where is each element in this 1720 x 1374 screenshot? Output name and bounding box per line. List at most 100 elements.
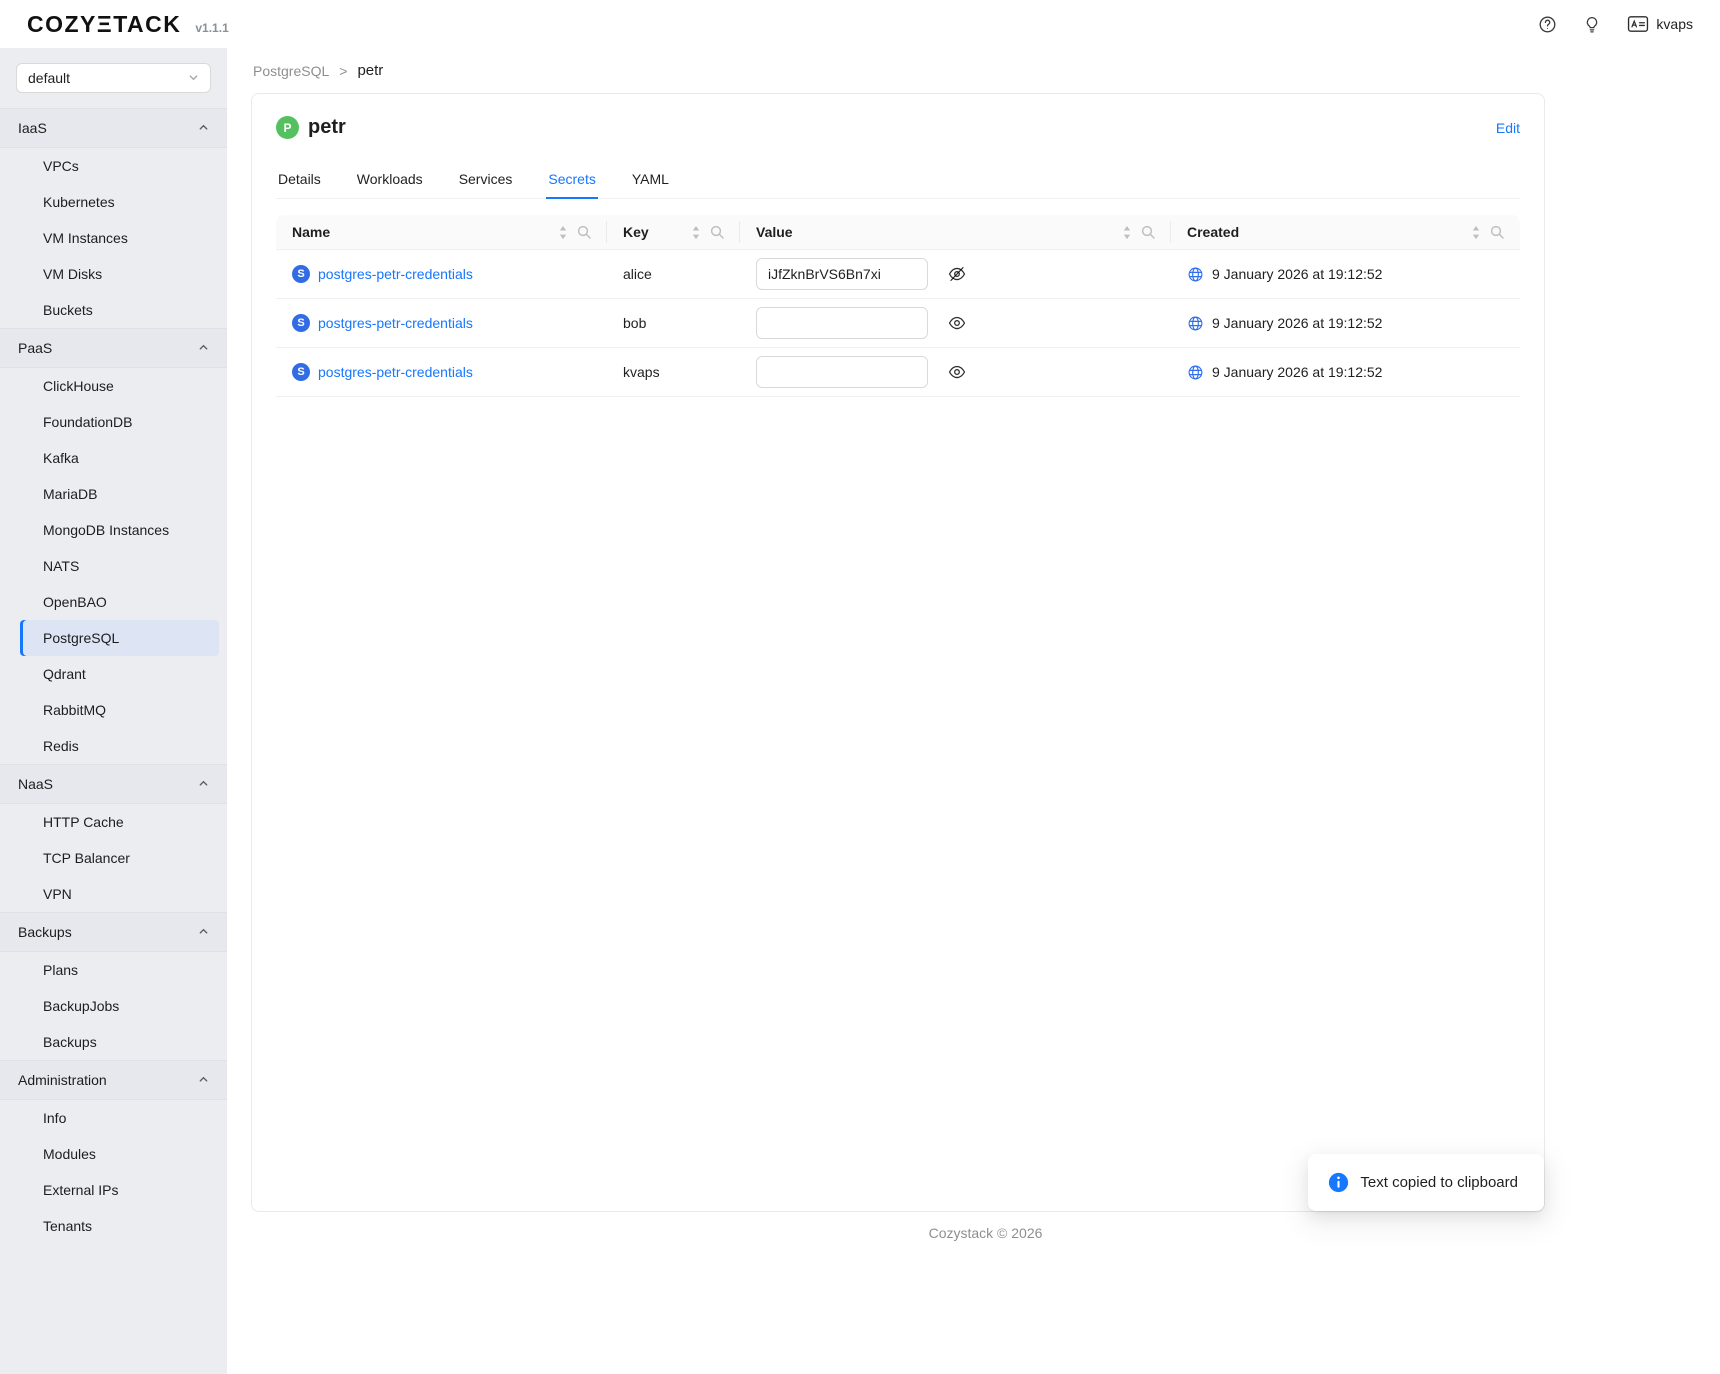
sidebar-item-label: ClickHouse [43, 378, 114, 394]
sidebar-item-backups[interactable]: Backups [20, 1024, 219, 1060]
sidebar-item-buckets[interactable]: Buckets [20, 292, 219, 328]
breadcrumb-separator: > [339, 63, 347, 79]
sidebar-item-label: FoundationDB [43, 414, 133, 430]
id-card-icon [1627, 15, 1649, 33]
sidebar-item-postgresql[interactable]: PostgreSQL [20, 620, 219, 656]
sidebar-item-vpcs[interactable]: VPCs [20, 148, 219, 184]
sidebar-item-label: Kafka [43, 450, 79, 466]
secret-value-input[interactable] [756, 356, 928, 388]
secret-name-link[interactable]: postgres-petr-credentials [318, 315, 473, 331]
sidebar-item-foundationdb[interactable]: FoundationDB [20, 404, 219, 440]
sidebar-item-vpn[interactable]: VPN [20, 876, 219, 912]
footer: Cozystack © 2026 [251, 1212, 1720, 1254]
secret-value-input[interactable] [756, 258, 928, 290]
secret-name-link[interactable]: postgres-petr-credentials [318, 266, 473, 282]
sidebar-item-mongodb-instances[interactable]: MongoDB Instances [20, 512, 219, 548]
sidebar-item-openbao[interactable]: OpenBAO [20, 584, 219, 620]
sidebar-item-http-cache[interactable]: HTTP Cache [20, 804, 219, 840]
sidebar-sections: IaaS VPCs Kubernetes VM Instances VM Dis… [0, 108, 227, 1244]
sidebar-item-label: MariaDB [43, 486, 97, 502]
sidebar-item-modules[interactable]: Modules [20, 1136, 219, 1172]
sidebar-item-nats[interactable]: NATS [20, 548, 219, 584]
secret-value-input[interactable] [756, 307, 928, 339]
sidebar-section-label: Administration [18, 1072, 107, 1088]
sidebar-item-qdrant[interactable]: Qdrant [20, 656, 219, 692]
created-timestamp: 9 January 2026 at 19:12:52 [1212, 266, 1382, 282]
sidebar-item-kafka[interactable]: Kafka [20, 440, 219, 476]
sidebar-item-label: Modules [43, 1146, 96, 1162]
sidebar-item-label: HTTP Cache [43, 814, 124, 830]
sidebar-item-plans[interactable]: Plans [20, 952, 219, 988]
tab-services[interactable]: Services [457, 161, 515, 198]
sidebar-item-clickhouse[interactable]: ClickHouse [20, 368, 219, 404]
sort-icon[interactable] [1471, 225, 1481, 240]
column-search-icon[interactable] [1141, 225, 1155, 239]
eye-toggle-button[interactable] [948, 363, 966, 381]
secret-resource-icon: S [292, 314, 310, 332]
user-menu[interactable]: kvaps [1627, 15, 1693, 33]
sidebar-section-administration[interactable]: Administration [0, 1060, 227, 1100]
sidebar-item-label: RabbitMQ [43, 702, 106, 718]
column-search-icon[interactable] [1490, 225, 1504, 239]
sidebar-item-label: TCP Balancer [43, 850, 130, 866]
sort-icon[interactable] [1122, 225, 1132, 240]
column-header-label: Created [1187, 224, 1239, 240]
sidebar-item-external-ips[interactable]: External IPs [20, 1172, 219, 1208]
sort-icon[interactable] [558, 225, 568, 240]
sidebar-item-vm-disks[interactable]: VM Disks [20, 256, 219, 292]
globe-icon [1187, 364, 1204, 381]
tab-yaml[interactable]: YAML [630, 161, 671, 198]
secret-key: bob [623, 315, 646, 331]
sidebar-section-naas[interactable]: NaaS [0, 764, 227, 804]
column-header-label: Value [756, 224, 793, 240]
globe-icon [1187, 266, 1204, 283]
sidebar-item-backupjobs[interactable]: BackupJobs [20, 988, 219, 1024]
toast-message: Text copied to clipboard [1360, 1174, 1518, 1191]
sort-icon[interactable] [691, 225, 701, 240]
sidebar-item-redis[interactable]: Redis [20, 728, 219, 764]
edit-button[interactable]: Edit [1496, 120, 1520, 136]
sidebar-item-tenants[interactable]: Tenants [20, 1208, 219, 1244]
sidebar-item-vm-instances[interactable]: VM Instances [20, 220, 219, 256]
tab-secrets[interactable]: Secrets [546, 161, 597, 198]
eye-toggle-button[interactable] [948, 314, 966, 332]
eye-toggle-button[interactable] [948, 265, 966, 283]
sidebar-section-backups[interactable]: Backups [0, 912, 227, 952]
created-timestamp: 9 January 2026 at 19:12:52 [1212, 315, 1382, 331]
tenant-select[interactable]: default [16, 63, 211, 93]
app-version: v1.1.1 [195, 21, 228, 35]
help-icon[interactable] [1538, 15, 1557, 34]
lightbulb-icon[interactable] [1583, 15, 1601, 34]
column-header-key: Key [607, 215, 740, 250]
secret-resource-icon: S [292, 265, 310, 283]
sidebar-item-label: NATS [43, 558, 79, 574]
column-header-created: Created [1171, 215, 1520, 250]
page-title: petr [308, 116, 346, 139]
sidebar-item-label: MongoDB Instances [43, 522, 169, 538]
sidebar-section-paas[interactable]: PaaS [0, 328, 227, 368]
sidebar-item-info[interactable]: Info [20, 1100, 219, 1136]
chevron-up-icon [198, 776, 209, 792]
secret-name-link[interactable]: postgres-petr-credentials [318, 364, 473, 380]
column-header-label: Name [292, 224, 330, 240]
breadcrumb-parent[interactable]: PostgreSQL [253, 63, 329, 79]
sidebar-item-label: Qdrant [43, 666, 86, 682]
sidebar-item-label: External IPs [43, 1182, 118, 1198]
sidebar-item-mariadb[interactable]: MariaDB [20, 476, 219, 512]
sidebar-section-label: IaaS [18, 120, 47, 136]
tab-workloads[interactable]: Workloads [355, 161, 425, 198]
sidebar-item-tcp-balancer[interactable]: TCP Balancer [20, 840, 219, 876]
sidebar-item-label: Plans [43, 962, 78, 978]
sidebar-item-label: Backups [43, 1034, 97, 1050]
tab-details[interactable]: Details [276, 161, 323, 198]
sidebar-item-label: Kubernetes [43, 194, 115, 210]
sidebar-section-iaas[interactable]: IaaS [0, 108, 227, 148]
chevron-down-icon [188, 70, 199, 86]
column-search-icon[interactable] [577, 225, 591, 239]
secret-resource-icon: S [292, 363, 310, 381]
sidebar-section-label: Backups [18, 924, 72, 940]
column-search-icon[interactable] [710, 225, 724, 239]
sidebar-item-rabbitmq[interactable]: RabbitMQ [20, 692, 219, 728]
main-content: PostgreSQL > petr P petr Edit Details Wo… [227, 48, 1720, 1374]
sidebar-item-kubernetes[interactable]: Kubernetes [20, 184, 219, 220]
